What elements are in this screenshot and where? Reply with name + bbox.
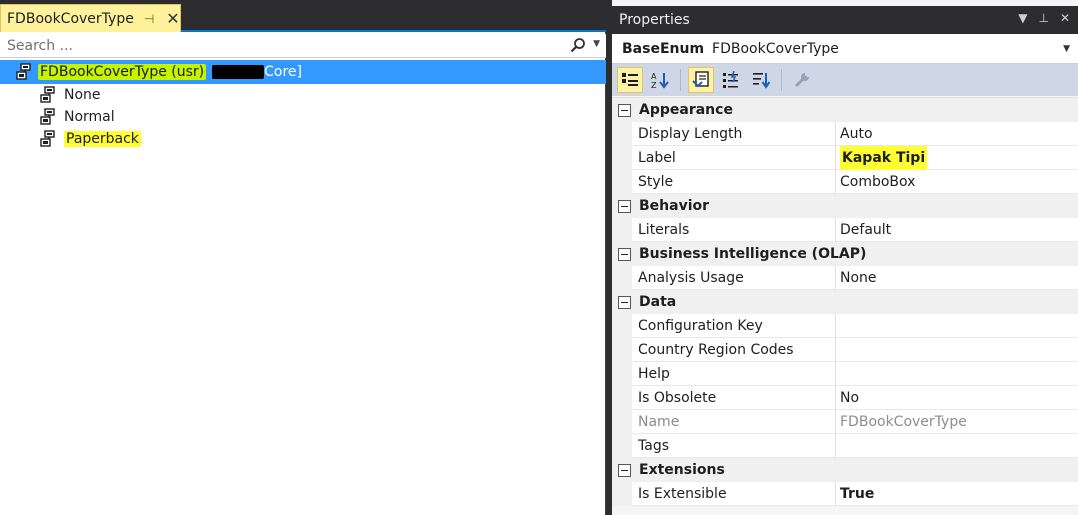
property-row-help[interactable]: Help	[612, 362, 1078, 386]
property-row-literals[interactable]: Literals Default	[612, 218, 1078, 242]
toolbar-separator	[781, 69, 782, 91]
tree-root-label: FDBookCoverType (usr)	[38, 64, 207, 80]
property-row-label[interactable]: Label Kapak Tipi	[612, 146, 1078, 170]
enum-element-icon	[40, 86, 58, 104]
properties-title-bar: Properties ▼ ⊥ ✕	[612, 6, 1078, 34]
wrench-icon[interactable]	[789, 67, 815, 93]
document-tab[interactable]: FDBookCoverType ⊣ ✕	[0, 4, 181, 32]
enum-element-icon	[40, 130, 58, 148]
property-name: Configuration Key	[638, 314, 836, 338]
object-name: FDBookCoverType	[712, 40, 839, 57]
toolbar-separator	[680, 69, 681, 91]
property-name: Literals	[638, 218, 836, 242]
svg-text:Z: Z	[651, 81, 657, 89]
document-pane: FDBookCoverType ⊣ ✕ ▼	[0, 0, 606, 515]
category-business-intelligence[interactable]: Business Intelligence (OLAP)	[612, 242, 1078, 266]
property-row-display-length[interactable]: Display Length Auto	[612, 122, 1078, 146]
title-buttons: ▼ ⊥ ✕	[1018, 11, 1070, 25]
redacted-block	[212, 65, 265, 79]
property-value[interactable]: None	[840, 266, 877, 290]
chevron-down-icon[interactable]: ▼	[1063, 44, 1070, 54]
tree-item-label: Normal	[64, 109, 115, 125]
alphabetical-icon[interactable]: A Z	[647, 67, 673, 93]
property-name: Is Obsolete	[638, 386, 836, 410]
events-icon[interactable]	[718, 67, 744, 93]
tree-root-suffix: Core]	[264, 64, 302, 80]
property-row-style[interactable]: Style ComboBox	[612, 170, 1078, 194]
property-name: Label	[638, 146, 836, 170]
dropdown-icon[interactable]: ▼	[1018, 11, 1027, 25]
sort-icon[interactable]	[748, 67, 774, 93]
tree-item-paperback[interactable]: Paperback	[0, 128, 141, 150]
collapse-icon[interactable]	[618, 199, 631, 213]
enum-element-icon	[40, 108, 58, 126]
property-value[interactable]: True	[840, 482, 874, 506]
property-row-tags[interactable]: Tags	[612, 434, 1078, 458]
collapse-icon[interactable]	[618, 103, 631, 117]
pin-icon[interactable]: ⊥	[1038, 11, 1048, 25]
tree-item-label: Paperback	[64, 131, 141, 147]
property-value[interactable]: Default	[840, 218, 891, 242]
property-row-configuration-key[interactable]: Configuration Key	[612, 314, 1078, 338]
property-row-name[interactable]: Name FDBookCoverType	[612, 410, 1078, 434]
property-name: Help	[638, 362, 836, 386]
property-name: Style	[638, 170, 836, 194]
property-value[interactable]: Auto	[840, 122, 873, 146]
property-name: Name	[638, 410, 836, 434]
pin-icon[interactable]: ⊣	[144, 12, 154, 26]
object-type: BaseEnum	[622, 40, 705, 57]
property-name: Display Length	[638, 122, 836, 146]
property-row-analysis-usage[interactable]: Analysis Usage None	[612, 266, 1078, 290]
enum-element-icon	[16, 63, 34, 81]
category-behavior[interactable]: Behavior	[612, 194, 1078, 218]
categorized-icon[interactable]	[617, 67, 643, 93]
category-label: Data	[639, 294, 677, 310]
property-grid: Appearance Display Length Auto Label Kap…	[612, 97, 1078, 506]
property-value: FDBookCoverType	[840, 414, 967, 430]
search-icon[interactable]	[570, 37, 586, 57]
search-bar: ▼	[0, 34, 606, 58]
object-selector[interactable]: BaseEnum FDBookCoverType ▼	[612, 34, 1078, 64]
property-row-is-obsolete[interactable]: Is Obsolete No	[612, 386, 1078, 410]
close-icon[interactable]: ✕	[166, 9, 179, 28]
properties-pane: Properties ▼ ⊥ ✕ BaseEnum FDBookCoverTyp…	[612, 0, 1078, 515]
properties-title: Properties	[619, 12, 690, 28]
property-value[interactable]: Kapak Tipi	[840, 146, 928, 170]
tree-item-none[interactable]: None	[0, 84, 101, 106]
property-row-country-region-codes[interactable]: Country Region Codes	[612, 338, 1078, 362]
property-name: Country Region Codes	[638, 338, 836, 362]
property-row-is-extensible[interactable]: Is Extensible True	[612, 482, 1078, 506]
property-name: Analysis Usage	[638, 266, 836, 290]
category-data[interactable]: Data	[612, 290, 1078, 314]
tree-root-item[interactable]: FDBookCoverType (usr) Core]	[0, 60, 606, 84]
category-appearance[interactable]: Appearance	[612, 98, 1078, 122]
svg-text:A: A	[651, 72, 657, 81]
property-name: Is Extensible	[638, 482, 836, 506]
property-value[interactable]: ComboBox	[840, 170, 915, 194]
category-extensions[interactable]: Extensions	[612, 458, 1078, 482]
search-input[interactable]	[0, 34, 560, 57]
tree-item-normal[interactable]: Normal	[0, 106, 115, 128]
collapse-icon[interactable]	[618, 295, 631, 309]
category-label: Extensions	[639, 462, 725, 478]
properties-icon[interactable]	[688, 67, 714, 93]
property-value[interactable]: No	[840, 386, 859, 410]
collapse-icon[interactable]	[618, 463, 631, 477]
chevron-down-icon[interactable]: ▼	[593, 39, 600, 49]
document-tab-title: FDBookCoverType	[7, 10, 134, 27]
collapse-icon[interactable]	[618, 247, 631, 261]
tree-item-label: None	[64, 87, 101, 103]
category-label: Business Intelligence (OLAP)	[639, 246, 867, 262]
category-label: Appearance	[639, 102, 733, 118]
close-icon[interactable]: ✕	[1060, 11, 1070, 25]
properties-toolbar: A Z	[612, 64, 1078, 96]
property-name: Tags	[638, 434, 836, 458]
document-tab-strip: FDBookCoverType ⊣ ✕	[0, 0, 606, 32]
category-label: Behavior	[639, 198, 710, 214]
